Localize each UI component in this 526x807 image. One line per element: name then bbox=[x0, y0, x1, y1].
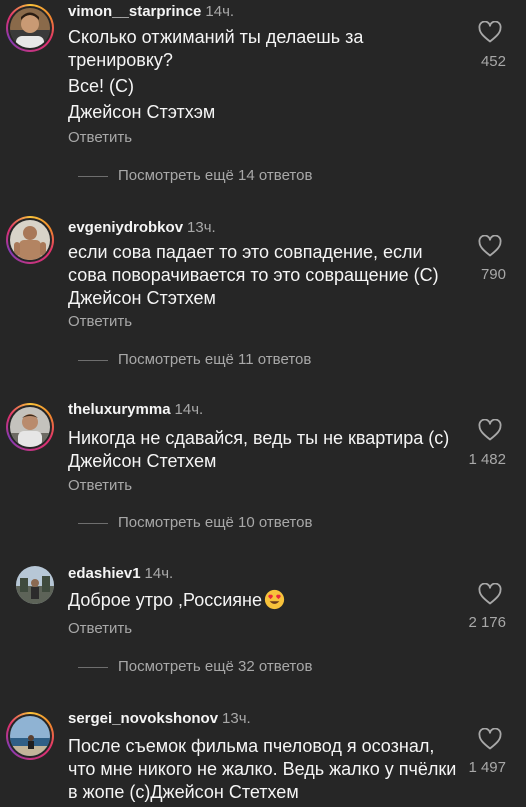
avatar-image bbox=[10, 716, 50, 756]
avatar-image bbox=[10, 8, 50, 48]
comment-line: Джейсон Стэтхэм bbox=[68, 102, 216, 122]
divider-line bbox=[78, 522, 108, 524]
reply-button[interactable]: Ответить bbox=[68, 128, 132, 148]
comment-header: theluxurymma 14ч. bbox=[68, 400, 203, 420]
heart-eyes-emoji-icon bbox=[264, 589, 285, 610]
heart-outline-icon[interactable] bbox=[478, 235, 502, 257]
view-more-replies-label[interactable]: Посмотреть ещё 14 ответов bbox=[118, 166, 312, 186]
divider-line bbox=[78, 666, 108, 668]
view-more-replies-label[interactable]: Посмотреть ещё 11 ответов bbox=[118, 350, 311, 370]
divider-line bbox=[78, 175, 108, 177]
comment-line: Все! (С) bbox=[68, 76, 135, 96]
avatar-image bbox=[16, 566, 54, 604]
avatar[interactable] bbox=[6, 712, 54, 760]
view-more-replies[interactable]: Посмотреть ещё 32 ответов bbox=[78, 657, 312, 677]
heart-outline-icon[interactable] bbox=[478, 419, 502, 441]
view-more-replies[interactable]: Посмотреть ещё 11 ответов bbox=[78, 350, 311, 370]
avatar-image bbox=[10, 220, 50, 260]
comment-line-text: Доброе утро ,Россияне bbox=[68, 590, 262, 610]
reply-button[interactable]: Ответить bbox=[68, 619, 132, 639]
comment-text: Доброе утро ,Россияне bbox=[68, 589, 460, 612]
comment-line: После съемок фильма пчеловод я осознал, … bbox=[68, 736, 457, 802]
like-count: 790 bbox=[480, 266, 506, 283]
reply-button[interactable]: Ответить bbox=[68, 312, 132, 332]
like-count: 2 176 bbox=[468, 614, 506, 631]
username[interactable]: theluxurymma bbox=[68, 401, 171, 418]
username[interactable]: sergei_novokshonov bbox=[68, 710, 218, 727]
username[interactable]: vimon__starprince bbox=[68, 3, 201, 20]
view-more-replies[interactable]: Посмотреть ещё 10 ответов bbox=[78, 513, 312, 533]
like-count: 1 497 bbox=[468, 759, 506, 776]
heart-outline-icon[interactable] bbox=[478, 728, 502, 750]
comment-line: Доброе утро ,Россияне bbox=[68, 589, 460, 612]
avatar[interactable] bbox=[6, 216, 54, 264]
heart-outline-icon[interactable] bbox=[478, 583, 502, 605]
avatar[interactable] bbox=[6, 4, 54, 52]
username[interactable]: evgeniydrobkov bbox=[68, 219, 183, 236]
comment-header: edashiev1 14ч. bbox=[68, 564, 173, 584]
comment-text: Сколько отжиманий ты делаешь за трениров… bbox=[68, 26, 460, 124]
avatar[interactable] bbox=[6, 403, 54, 451]
avatar-image bbox=[10, 407, 50, 447]
view-more-replies-label[interactable]: Посмотреть ещё 10 ответов bbox=[118, 513, 312, 533]
comment-text: если сова падает то это совпадение, если… bbox=[68, 241, 460, 310]
comment-line: Никогда не сдавайся, ведь ты не квартира… bbox=[68, 428, 450, 471]
comment-header: evgeniydrobkov 13ч. bbox=[68, 218, 216, 238]
comment-line: Сколько отжиманий ты делаешь за трениров… bbox=[68, 27, 364, 70]
reply-button[interactable]: Ответить bbox=[68, 476, 132, 496]
timestamp: 14ч. bbox=[205, 3, 235, 20]
comment-header: sergei_novokshonov 13ч. bbox=[68, 709, 251, 729]
heart-outline-icon[interactable] bbox=[478, 21, 502, 43]
comment-text: Никогда не сдавайся, ведь ты не квартира… bbox=[68, 427, 460, 473]
comment-header: vimon__starprince 14ч. bbox=[68, 2, 234, 22]
comment-text: После съемок фильма пчеловод я осознал, … bbox=[68, 735, 460, 804]
like-count: 452 bbox=[480, 53, 506, 70]
timestamp: 13ч. bbox=[187, 219, 216, 236]
view-more-replies[interactable]: Посмотреть ещё 14 ответов bbox=[78, 166, 312, 186]
avatar[interactable] bbox=[16, 566, 54, 604]
timestamp: 14ч. bbox=[174, 401, 204, 418]
view-more-replies-label[interactable]: Посмотреть ещё 32 ответов bbox=[118, 657, 312, 677]
comment-line: если сова падает то это совпадение, если… bbox=[68, 242, 439, 308]
username[interactable]: edashiev1 bbox=[68, 565, 141, 582]
timestamp: 14ч. bbox=[144, 565, 174, 582]
timestamp: 13ч. bbox=[222, 710, 251, 727]
divider-line bbox=[78, 359, 108, 361]
like-count: 1 482 bbox=[468, 451, 506, 468]
